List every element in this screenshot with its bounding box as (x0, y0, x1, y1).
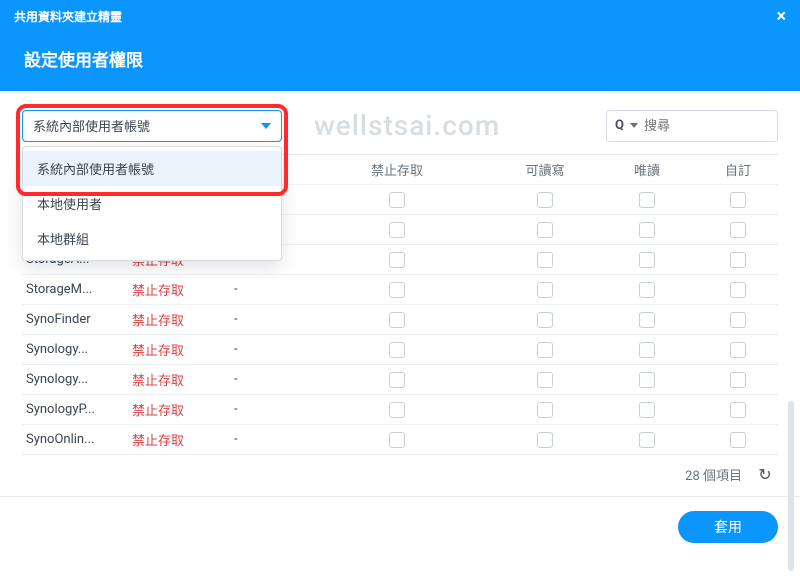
dropdown-option-internal[interactable]: 系統內部使用者帳號 (23, 151, 281, 186)
checkbox-noaccess[interactable] (389, 342, 405, 358)
dropdown-option-local-group[interactable]: 本地群組 (23, 221, 281, 256)
checkbox-readwrite[interactable] (537, 342, 553, 358)
checkbox-readonly[interactable] (639, 192, 655, 208)
checkbox-custom[interactable] (730, 192, 746, 208)
table-row: SynologyP...禁止存取- (22, 395, 778, 425)
action-bar: 套用 (0, 497, 800, 557)
item-count: 28 個項目 (685, 465, 742, 484)
cell-inherit: - (216, 432, 300, 447)
wizard-titlebar: 共用資料夾建立精靈 × (0, 0, 800, 32)
checkbox-custom[interactable] (730, 222, 746, 238)
controls-row: 系統內部使用者帳號 系統內部使用者帳號 本地使用者 本地群組 wellstsai… (22, 109, 778, 142)
search-box[interactable]: Q (606, 110, 778, 142)
search-icon: Q (615, 118, 624, 133)
cell-name: SynoOnlin... (22, 432, 132, 447)
table-row: SynoOnlin...禁止存取- (22, 425, 778, 455)
checkbox-readonly[interactable] (639, 372, 655, 388)
dropdown-option-local-user[interactable]: 本地使用者 (23, 186, 281, 221)
chevron-down-icon (261, 123, 271, 129)
table-row: SynoFinder禁止存取- (22, 305, 778, 335)
col-noaccess: 禁止存取 (300, 160, 494, 179)
checkbox-noaccess[interactable] (389, 372, 405, 388)
apply-button[interactable]: 套用 (678, 511, 778, 543)
checkbox-readwrite[interactable] (537, 432, 553, 448)
checkbox-readonly[interactable] (639, 222, 655, 238)
cell-name: Synology... (22, 342, 132, 357)
checkbox-readonly[interactable] (639, 342, 655, 358)
cell-inherit: - (216, 372, 300, 387)
checkbox-readonly[interactable] (639, 402, 655, 418)
checkbox-readonly[interactable] (639, 432, 655, 448)
checkbox-noaccess[interactable] (389, 192, 405, 208)
page-title: 設定使用者權限 (0, 32, 800, 91)
col-custom: 自訂 (698, 160, 778, 179)
checkbox-noaccess[interactable] (389, 222, 405, 238)
checkbox-readwrite[interactable] (537, 372, 553, 388)
cell-permission: 禁止存取 (132, 400, 216, 419)
checkbox-noaccess[interactable] (389, 252, 405, 268)
checkbox-noaccess[interactable] (389, 282, 405, 298)
checkbox-readwrite[interactable] (537, 282, 553, 298)
refresh-icon[interactable]: ↻ (756, 466, 774, 484)
table-row: Synology...禁止存取- (22, 365, 778, 395)
user-type-dropdown-wrap: 系統內部使用者帳號 系統內部使用者帳號 本地使用者 本地群組 (22, 110, 282, 142)
close-icon[interactable]: × (776, 6, 786, 27)
checkbox-noaccess[interactable] (389, 312, 405, 328)
cell-inherit: - (216, 402, 300, 417)
checkbox-custom[interactable] (730, 252, 746, 268)
checkbox-readonly[interactable] (639, 312, 655, 328)
checkbox-readonly[interactable] (639, 282, 655, 298)
divider (0, 496, 800, 497)
checkbox-custom[interactable] (730, 402, 746, 418)
wizard-title: 共用資料夾建立精靈 (14, 8, 122, 25)
checkbox-custom[interactable] (730, 282, 746, 298)
checkbox-custom[interactable] (730, 312, 746, 328)
table-footer: 28 個項目 ↻ (22, 455, 778, 490)
checkbox-readwrite[interactable] (537, 192, 553, 208)
checkbox-custom[interactable] (730, 432, 746, 448)
cell-permission: 禁止存取 (132, 430, 216, 449)
dropdown-selected-label: 系統內部使用者帳號 (33, 116, 150, 135)
cell-permission: 禁止存取 (132, 310, 216, 329)
cell-inherit: - (216, 282, 300, 297)
checkbox-readwrite[interactable] (537, 252, 553, 268)
body: 系統內部使用者帳號 系統內部使用者帳號 本地使用者 本地群組 wellstsai… (0, 91, 800, 497)
cell-name: Synology... (22, 372, 132, 387)
table-row: Synology...禁止存取- (22, 335, 778, 365)
search-input[interactable] (644, 118, 800, 133)
user-type-dropdown[interactable]: 系統內部使用者帳號 (22, 110, 282, 142)
cell-permission: 禁止存取 (132, 370, 216, 389)
checkbox-readwrite[interactable] (537, 402, 553, 418)
cell-name: SynologyP... (22, 402, 132, 417)
cell-inherit: - (216, 342, 300, 357)
checkbox-custom[interactable] (730, 372, 746, 388)
checkbox-noaccess[interactable] (389, 402, 405, 418)
cell-inherit: - (216, 312, 300, 327)
cell-name: StorageM... (22, 282, 132, 297)
checkbox-readwrite[interactable] (537, 312, 553, 328)
checkbox-readwrite[interactable] (537, 222, 553, 238)
cell-permission: 禁止存取 (132, 280, 216, 299)
cell-permission: 禁止存取 (132, 340, 216, 359)
search-caret-icon (630, 123, 638, 128)
cell-name: SynoFinder (22, 312, 132, 327)
scrollbar[interactable] (788, 401, 794, 571)
table-row: StorageM...禁止存取- (22, 275, 778, 305)
watermark-text: wellstsai.com (314, 109, 500, 142)
checkbox-noaccess[interactable] (389, 432, 405, 448)
user-type-dropdown-menu: 系統內部使用者帳號 本地使用者 本地群組 (22, 146, 282, 261)
checkbox-custom[interactable] (730, 342, 746, 358)
checkbox-readonly[interactable] (639, 252, 655, 268)
col-readwrite: 可讀寫 (494, 160, 596, 179)
col-readonly: 唯讀 (596, 160, 698, 179)
